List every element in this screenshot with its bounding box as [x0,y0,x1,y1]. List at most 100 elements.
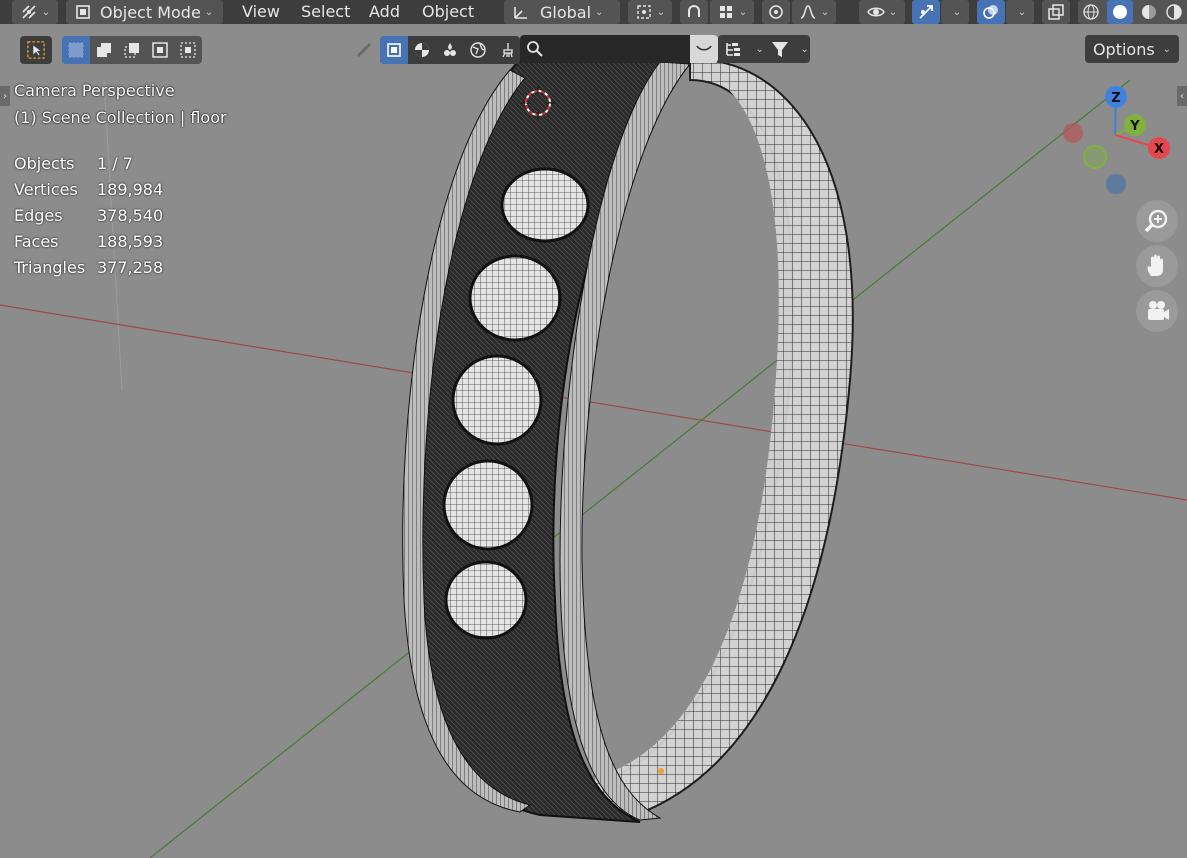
material-shading-icon[interactable] [1140,3,1158,21]
options-label: Options [1092,39,1155,59]
filter-type-segment [380,36,520,64]
search-field[interactable] [520,35,718,63]
solid-shading-icon[interactable] [1106,0,1133,24]
selection-mode-group [62,35,202,65]
stone [500,167,590,243]
select-extend-button[interactable] [90,36,118,64]
camera-view-button[interactable] [1136,290,1178,332]
pivot-point-button[interactable]: ⌄ [628,0,672,24]
stat-value: 189,984 [97,179,164,199]
camera-icon [1142,296,1172,326]
editor-type-button[interactable]: ⌄ [12,0,58,24]
tool-row [20,35,52,65]
proportional-edit-icon [767,3,785,21]
search-icon [526,40,544,58]
select-invert-button[interactable] [146,36,174,64]
chevron-down-icon: ⌄ [41,6,51,18]
chevron-down-icon: ⌄ [656,6,666,18]
snap-target-button[interactable]: ⌄ [710,0,754,24]
options-button[interactable]: Options ⌄ [1085,35,1179,63]
gizmo-toggle[interactable] [912,0,940,24]
select-tool-button[interactable] [20,36,52,64]
stat-row: Vertices 189,984 [14,176,163,202]
search-input[interactable] [548,37,688,61]
menu-object[interactable]: Object [422,0,474,24]
chevron-down-icon: ⌄ [888,6,898,18]
select-intersect-button[interactable] [174,36,202,64]
y-axis-line [149,79,1131,858]
scene-statistics: Objects 1 / 7 Vertices 189,984 Edges 378,54… [14,150,163,280]
transform-orientation-selector[interactable]: Global ⌄ [504,0,620,24]
mode-selector[interactable]: Object Mode ⌄ [66,0,223,24]
gizmo-dropdown[interactable]: ⌄ [941,0,969,24]
overlay-toggle[interactable] [977,0,1005,24]
chevron-down-icon: ⌄ [204,6,214,18]
pan-button[interactable] [1136,245,1178,287]
particles-filter-button[interactable] [436,36,464,64]
stat-value: 377,258 [97,257,164,277]
menu-view[interactable]: View [242,0,280,24]
case-sensitive-toggle[interactable] [690,35,718,63]
rendered-shading-icon[interactable] [1165,3,1183,21]
hand-pan-icon [1142,251,1172,281]
stat-label: Edges [14,205,63,225]
y-axis-label: Y [1129,119,1140,134]
object-type-group [352,35,520,65]
world-filter-button[interactable] [464,36,492,64]
stat-label: Faces [14,231,59,251]
xray-toggle[interactable] [1042,0,1070,24]
stat-row: Triangles 377,258 [14,254,163,280]
chevron-down-icon: ⌄ [1162,43,1172,55]
stone [442,459,534,551]
selection-mode-segment [62,36,202,64]
y-axis-handle: Y [1124,114,1146,136]
stat-row: Edges 378,540 [14,202,163,228]
sort-list-icon[interactable] [719,40,749,58]
overlay-dropdown[interactable]: ⌄ [1006,0,1034,24]
object-origin [658,768,664,774]
toolbar-expand-tab[interactable]: › [0,86,10,106]
visibility-button[interactable]: ⌄ [859,0,905,24]
brush-filter-button[interactable] [492,36,520,64]
viewport-header: ⌄ Object Mode ⌄ View Select Add Object G… [0,0,1187,24]
z-axis-label: Z [1111,91,1120,106]
menu-select[interactable]: Select [301,0,350,24]
material-filter-button[interactable] [408,36,436,64]
3d-viewport[interactable]: ⌄ Object Mode ⌄ View Select Add Object G… [0,0,1187,858]
menu-add[interactable]: Add [369,0,400,24]
select-new-button[interactable] [62,36,90,64]
gizmo-icon [917,3,935,21]
stat-value: 378,540 [97,205,164,225]
xray-icon [1047,3,1065,21]
mode-label: Object Mode [100,2,201,22]
neg-z-handle [1106,174,1126,194]
navigation-gizmo[interactable]: Z Y X [1050,80,1180,200]
chevron-down-icon[interactable]: ⌄ [800,44,808,55]
select-subtract-button[interactable] [118,36,146,64]
view-name: Camera Perspective [14,81,175,100]
wireframe-shading-icon[interactable] [1082,3,1100,21]
transform-orientation-label: Global [540,2,592,22]
z-axis-handle: Z [1105,86,1127,108]
chevron-down-icon: ⌄ [820,6,830,18]
mesh-filter-button[interactable] [380,36,408,64]
snap-toggle[interactable] [680,0,708,24]
scene-canvas[interactable] [0,0,1187,858]
zoom-button[interactable] [1136,200,1178,242]
disable-icon[interactable] [352,41,376,59]
chevron-down-icon: ⌄ [1017,6,1027,18]
proportional-edit-toggle[interactable] [762,0,790,24]
transform-orientation-icon [512,3,530,21]
x-axis-handle: X [1148,137,1170,159]
filter-icon[interactable] [766,40,794,58]
stone [468,254,562,342]
chevron-down-icon: ⌄ [738,6,748,18]
falloff-icon [799,3,817,21]
chevron-down-icon[interactable]: ⌄ [755,44,763,55]
select-tool-icon [27,41,45,59]
filter-group: ⌄ ⌄ [718,35,810,63]
stat-label: Vertices [14,179,78,199]
chevron-down-icon: ⌄ [595,6,604,18]
falloff-button[interactable]: ⌄ [792,0,836,24]
object-mode-icon [74,3,92,21]
